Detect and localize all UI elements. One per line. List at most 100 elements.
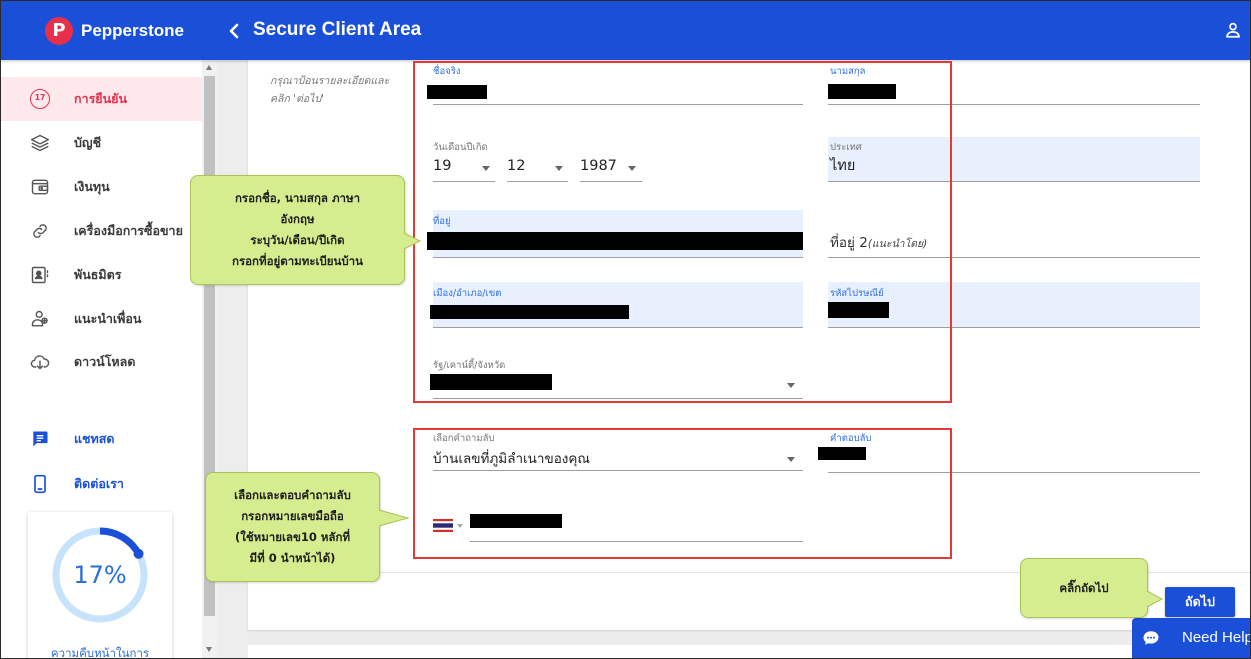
callout-line: (ใช้หมายเลข10 หลักที่ <box>234 530 351 544</box>
callout-line: อังกฤษ <box>280 212 315 226</box>
need-help-chat-button[interactable]: Need Help <box>1132 618 1251 659</box>
callout-line: คลิ๊กถัดไป <box>1059 580 1109 595</box>
sidebar-item-label: พันธมิตร <box>74 267 122 282</box>
sidebar-item-label: การยืนยัน <box>74 91 128 106</box>
address-line-2-field[interactable]: ที่อยู่ 2(แนะนำโดย) <box>828 210 1200 258</box>
field-underline <box>828 327 1200 328</box>
sidebar-item-live-chat[interactable]: แชทสด <box>0 417 202 461</box>
callout-line: ระบุวัน/เดือน/ปีเกิด <box>250 233 345 247</box>
callout-security-and-phone: เลือกและตอบคำถามลับ กรอกหมายเลขมือถือ (ใ… <box>205 472 410 582</box>
field-underline <box>828 257 1200 258</box>
sidebar-nav: 17 การยืนยัน บัญชี เงินทุน เครื่องมือการ… <box>0 60 202 659</box>
field-underline <box>433 181 495 182</box>
sidebar-item-label: ติดต่อเรา <box>74 476 124 491</box>
need-help-label: Need Help <box>1182 629 1251 646</box>
city-label: เมือง/อำเภอ/เขต <box>433 288 502 299</box>
scroll-down-arrow-icon[interactable] <box>206 647 212 652</box>
first-name-label: ชื่อจริง <box>433 66 461 77</box>
sidebar-item-contact-us[interactable]: ติดต่อเรา <box>0 462 202 506</box>
page-title: Secure Client Area <box>253 19 422 40</box>
dropdown-arrow-icon <box>787 457 795 462</box>
instruction-line: กรุณาป้อนรายละเอียดและ <box>270 75 390 87</box>
sidebar-item-label: เครื่องมือการซื้อขาย <box>74 223 183 238</box>
verification-progress-card: 17% ความคืบหน้าในการ <box>28 512 172 659</box>
user-icon <box>1226 22 1240 38</box>
dob-year-value: 1987 <box>580 158 617 174</box>
dropdown-arrow-icon <box>482 166 490 171</box>
secret-answer-field[interactable]: คำตอบลับ <box>818 430 1200 473</box>
dropdown-arrow-icon <box>787 383 795 388</box>
placeholder-hint: (แนะนำโดย) <box>867 238 928 250</box>
sidebar-item-verification[interactable]: 17 การยืนยัน <box>0 77 202 121</box>
field-underline <box>433 104 803 105</box>
dropdown-arrow-icon <box>628 166 636 171</box>
back-button[interactable] <box>226 21 242 39</box>
redacted-value <box>470 514 562 528</box>
sidebar-item-funds[interactable]: เงินทุน <box>0 165 202 209</box>
secret-question-label: เลือกคำถามลับ <box>433 433 495 444</box>
sidebar-item-trading-tools[interactable]: เครื่องมือการซื้อขาย <box>0 209 202 253</box>
dob-day-select[interactable]: 19 <box>433 155 495 182</box>
state-province-select[interactable]: รัฐ/เคาน์ตี้/จังหวัด <box>430 355 803 399</box>
dob-year-select[interactable]: 1987 <box>580 155 642 182</box>
secure-client-area-screen: P Pepperstone Secure Client Area 17 การย… <box>0 0 1251 659</box>
phone-country-select[interactable] <box>433 514 465 536</box>
last-name-field[interactable]: นามสกุล <box>828 63 1200 105</box>
chat-icon <box>33 431 48 447</box>
country-value: ไทย <box>830 158 856 174</box>
address-line-1-label: ที่อยู่ <box>433 216 451 227</box>
redacted-value <box>430 374 552 390</box>
brand-name: Pepperstone <box>81 21 184 40</box>
address-line-1-field[interactable]: ที่อยู่ <box>427 210 803 258</box>
callout-line: กรอกหมายเลขมือถือ <box>241 509 344 523</box>
sidebar-item-accounts[interactable]: บัญชี <box>0 121 202 165</box>
country-field[interactable]: ประเทศ ไทย <box>828 137 1200 182</box>
dob-month-value: 12 <box>507 158 526 174</box>
dob-month-select[interactable]: 12 <box>507 155 568 182</box>
callout-line: มีที่ 0 นำหน้าได้) <box>249 551 336 565</box>
secret-question-value: บ้านเลขที่ภูมิลำเนาของคุณ <box>433 451 590 467</box>
field-underline <box>828 181 1200 182</box>
callout-pointer <box>403 232 422 250</box>
field-underline <box>507 181 568 182</box>
contact-card-icon <box>31 266 49 284</box>
first-name-field[interactable]: ชื่อจริง <box>427 63 803 105</box>
callout-line: กรอกที่อยู่ตามทะเบียนบ้าน <box>232 254 363 268</box>
dob-day-value: 19 <box>433 158 452 174</box>
user-menu-button[interactable] <box>1222 19 1244 41</box>
mobile-number-input[interactable] <box>470 508 803 542</box>
secret-answer-label: คำตอบลับ <box>830 433 872 444</box>
cloud-download-icon <box>30 355 50 370</box>
layers-icon <box>30 134 50 152</box>
redacted-value <box>828 84 896 99</box>
sidebar-item-label: แนะนำเพื่อน <box>74 311 142 326</box>
next-button[interactable]: ถัดไป <box>1165 587 1235 617</box>
callout-click-next: คลิ๊กถัดไป <box>1020 558 1164 618</box>
sidebar-item-downloads[interactable]: ดาวน์โหลด <box>0 340 202 384</box>
field-underline <box>470 541 803 542</box>
postcode-label: รหัสไปรษณีย์ <box>830 288 884 299</box>
sidebar-item-partners[interactable]: พันธมิตร <box>0 253 202 297</box>
dropdown-arrow-icon <box>555 166 563 171</box>
thailand-flag-icon <box>433 519 453 532</box>
redacted-value <box>828 302 889 318</box>
pepperstone-logo[interactable]: P Pepperstone <box>45 17 184 45</box>
postcode-field[interactable]: รหัสไปรษณีย์ <box>828 282 1200 328</box>
sidebar-item-refer-friend[interactable]: แนะนำเพื่อน <box>0 297 202 341</box>
redacted-value <box>427 85 487 99</box>
secret-question-select[interactable]: เลือกคำถามลับ บ้านเลขที่ภูมิลำเนาของคุณ <box>433 430 803 471</box>
top-app-bar: P Pepperstone Secure Client Area <box>0 0 1251 60</box>
date-of-birth-label: วันเดือนปีเกิด <box>433 142 488 153</box>
progress-percent: 17% <box>73 561 127 589</box>
scroll-up-arrow-icon[interactable] <box>206 65 212 70</box>
field-underline <box>433 327 803 328</box>
callout-pointer <box>378 509 410 527</box>
date-of-birth-group: วันเดือนปีเกิด 19 12 1987 <box>433 137 643 182</box>
sidebar-item-label: เงินทุน <box>74 179 110 194</box>
redacted-value <box>818 447 866 460</box>
trading-tools-icon <box>33 224 47 238</box>
field-underline <box>433 257 803 258</box>
chevron-down-icon <box>457 524 463 528</box>
city-field[interactable]: เมือง/อำเภอ/เขต <box>430 282 803 328</box>
country-label: ประเทศ <box>830 142 862 153</box>
